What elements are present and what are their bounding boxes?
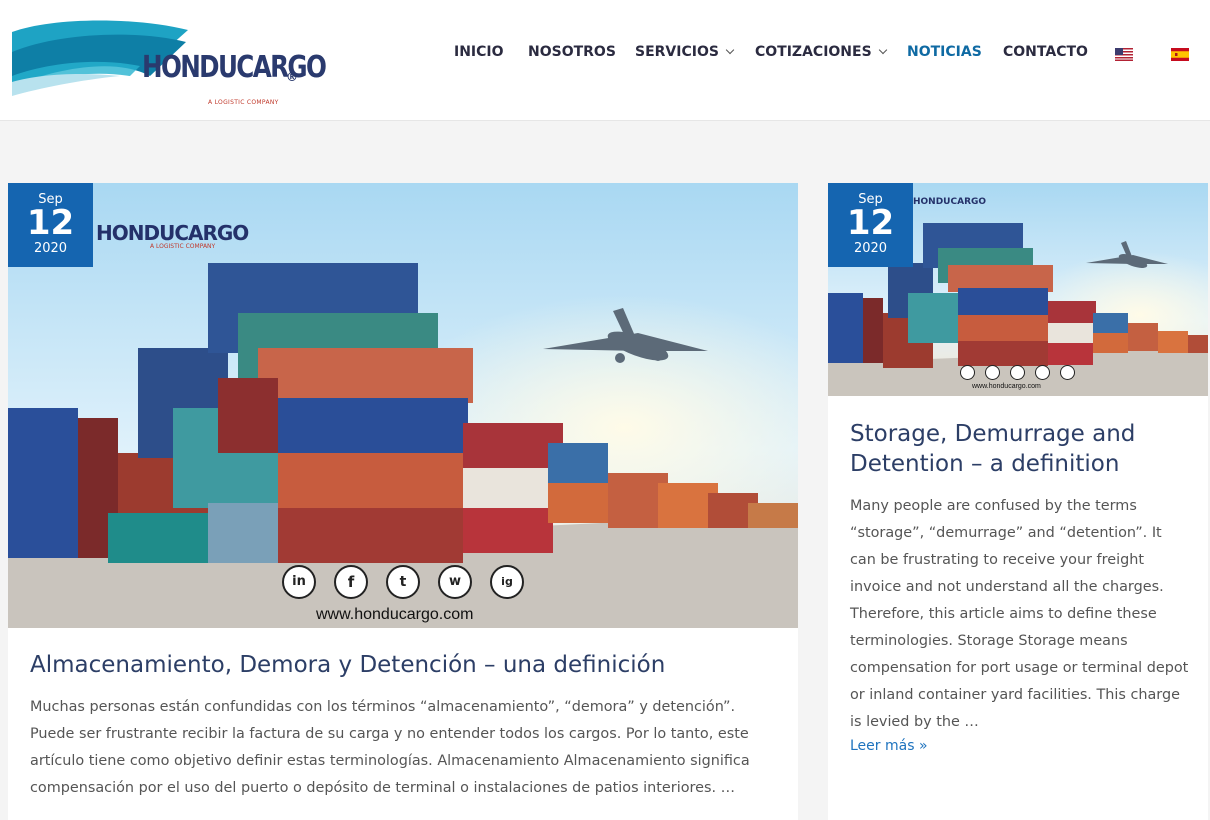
nav-label: INICIO xyxy=(454,44,504,60)
facebook-icon: f xyxy=(334,565,368,599)
post-date-badge: Sep 12 2020 xyxy=(828,183,913,267)
nav-cotizaciones[interactable]: COTIZACIONES xyxy=(755,44,887,60)
post-featured-image[interactable]: HONDUCARGO A LOGISTIC COMPANY in f t w i… xyxy=(8,183,798,628)
instagram-icon xyxy=(1060,365,1075,380)
nav-label: NOTICIAS xyxy=(907,44,982,60)
logo-tagline: A LOGISTIC COMPANY xyxy=(208,99,279,106)
nav-label: COTIZACIONES xyxy=(755,44,872,60)
spain-flag-icon[interactable] xyxy=(1171,48,1189,61)
nav-noticias[interactable]: NOTICIAS xyxy=(907,44,982,60)
date-day: 12 xyxy=(26,203,75,243)
whatsapp-icon xyxy=(1035,365,1050,380)
logo-registered-mark: ® xyxy=(286,70,298,84)
post-title[interactable]: Almacenamiento, Demora y Detención – una… xyxy=(30,650,780,680)
image-logo-text: HONDUCARGO xyxy=(913,197,987,207)
post-date-badge: Sep 12 2020 xyxy=(8,183,93,267)
main-navigation: INICIO NOSOTROS SERVICIOS COTIZACIONES N… xyxy=(0,44,1210,68)
nav-contacto[interactable]: CONTACTO xyxy=(1003,44,1088,60)
image-website-text: www.honducargo.com xyxy=(316,606,474,623)
linkedin-icon: in xyxy=(282,565,316,599)
image-website-text: www.honducargo.com xyxy=(972,383,1041,390)
post-title[interactable]: Storage, Demurrage and Detention – a def… xyxy=(850,419,1190,479)
nav-inicio[interactable]: INICIO xyxy=(454,44,504,60)
chevron-down-icon xyxy=(725,45,735,55)
nav-nosotros[interactable]: NOSOTROS xyxy=(528,44,616,60)
twitter-icon xyxy=(1010,365,1025,380)
date-year: 2020 xyxy=(33,241,68,256)
site-header: HONDUCARGO ® A LOGISTIC COMPANY INICIO N… xyxy=(0,0,1210,121)
us-flag-icon[interactable] xyxy=(1115,48,1133,61)
post-card: HONDUCARGO www.honducargo.com Sep 12 202… xyxy=(828,183,1208,820)
date-day: 12 xyxy=(846,203,895,243)
nav-servicios[interactable]: SERVICIOS xyxy=(635,44,735,60)
linkedin-icon xyxy=(960,365,975,380)
image-logo-text: HONDUCARGO xyxy=(96,221,249,245)
chevron-down-icon xyxy=(878,45,887,55)
nav-label: CONTACTO xyxy=(1003,44,1088,60)
post-card: HONDUCARGO A LOGISTIC COMPANY in f t w i… xyxy=(8,183,798,820)
date-year: 2020 xyxy=(853,241,888,256)
post-excerpt: Muchas personas están confundidas con lo… xyxy=(30,699,750,796)
container-yard-image xyxy=(8,183,798,628)
instagram-icon: ig xyxy=(490,565,524,599)
image-logo-tagline: A LOGISTIC COMPANY xyxy=(150,243,216,250)
post-excerpt: Many people are confused by the terms “s… xyxy=(850,498,1189,730)
twitter-icon: t xyxy=(386,565,420,599)
nav-label: NOSOTROS xyxy=(528,44,616,60)
image-social-icons xyxy=(960,365,1078,381)
whatsapp-icon: w xyxy=(438,565,472,599)
facebook-icon xyxy=(985,365,1000,380)
read-more-link[interactable]: Leer más » xyxy=(850,738,928,754)
nav-label: SERVICIOS xyxy=(635,44,719,60)
image-social-icons: in f t w ig xyxy=(282,565,532,599)
